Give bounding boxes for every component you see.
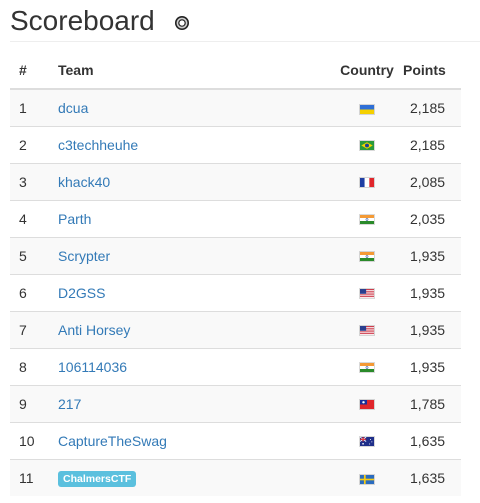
table-row: 1 dcua 2,185 <box>10 89 461 126</box>
country-cell <box>331 458 403 496</box>
country-cell <box>331 162 403 200</box>
country-cell <box>331 125 403 163</box>
country-cell <box>331 347 403 385</box>
country-cell <box>331 310 403 348</box>
country-cell <box>331 199 403 237</box>
points-cell: 2,185 <box>403 125 461 163</box>
table-row: 9 217 1,785 <box>10 384 461 422</box>
header-rank[interactable]: # <box>10 52 58 90</box>
rank-cell: 7 <box>10 310 58 348</box>
team-link[interactable]: Scrypter <box>58 248 110 264</box>
flag-ua-icon <box>359 103 375 115</box>
rank-cell: 1 <box>10 89 58 126</box>
table-row: 4 Parth 2,035 <box>10 199 461 237</box>
country-cell <box>331 89 403 126</box>
points-cell: 1,935 <box>403 347 461 385</box>
country-cell <box>331 236 403 274</box>
team-link[interactable]: c3techheuhe <box>58 137 138 153</box>
flag-fr-icon <box>359 177 375 189</box>
team-cell: dcua <box>58 89 331 126</box>
page-title: Scoreboard <box>10 5 155 36</box>
table-row: 3 khack40 2,085 <box>10 162 461 200</box>
team-link[interactable]: Anti Horsey <box>58 322 130 338</box>
flag-in-icon <box>359 362 375 374</box>
table-row: 6 D2GSS 1,935 <box>10 273 461 311</box>
team-cell: khack40 <box>58 162 331 200</box>
flag-in-icon <box>359 251 375 263</box>
team-badge-link[interactable]: ChalmersCTF <box>58 470 137 487</box>
rank-cell: 3 <box>10 162 58 200</box>
country-cell <box>331 421 403 459</box>
table-row: 11 ChalmersCTF 1,635 <box>10 458 461 496</box>
team-cell: ChalmersCTF <box>58 458 331 496</box>
team-cell: 217 <box>58 384 331 422</box>
rank-cell: 8 <box>10 347 58 385</box>
table-row: 2 c3techheuhe 2,185 <box>10 125 461 163</box>
team-cell: Parth <box>58 199 331 237</box>
flag-us-icon <box>359 325 375 337</box>
flag-in-icon <box>359 214 375 226</box>
points-cell: 2,035 <box>403 199 461 237</box>
points-cell: 1,935 <box>403 310 461 348</box>
rank-cell: 6 <box>10 273 58 311</box>
rank-cell: 11 <box>10 458 58 496</box>
points-cell: 2,185 <box>403 89 461 126</box>
rank-cell: 4 <box>10 199 58 237</box>
country-cell <box>331 384 403 422</box>
team-link[interactable]: CaptureTheSwag <box>58 433 167 449</box>
team-link[interactable]: dcua <box>58 100 88 116</box>
team-cell: CaptureTheSwag <box>58 421 331 459</box>
team-cell: Scrypter <box>58 236 331 274</box>
header-country[interactable]: Country <box>331 52 403 90</box>
rank-cell: 2 <box>10 125 58 163</box>
flag-tw-icon <box>359 399 375 411</box>
points-cell: 1,785 <box>403 384 461 422</box>
team-link[interactable]: Parth <box>58 211 91 227</box>
points-cell: 1,935 <box>403 236 461 274</box>
points-cell: 1,935 <box>403 273 461 311</box>
header-team[interactable]: Team <box>58 52 331 90</box>
rank-cell: 5 <box>10 236 58 274</box>
team-link[interactable]: D2GSS <box>58 285 105 301</box>
team-link[interactable]: 217 <box>58 396 81 412</box>
page-header: Scoreboard <box>10 0 480 42</box>
points-cell: 2,085 <box>403 162 461 200</box>
table-row: 10 CaptureTheSwag 1,635 <box>10 421 461 459</box>
table-row: 5 Scrypter 1,935 <box>10 236 461 274</box>
team-cell: Anti Horsey <box>58 310 331 348</box>
flag-au-icon <box>359 436 375 448</box>
team-cell: D2GSS <box>58 273 331 311</box>
table-row: 8 106114036 1,935 <box>10 347 461 385</box>
points-cell: 1,635 <box>403 421 461 459</box>
flag-br-icon <box>359 140 375 152</box>
flag-se-icon <box>359 473 375 485</box>
points-cell: 1,635 <box>403 458 461 496</box>
table-row: 7 Anti Horsey 1,935 <box>10 310 461 348</box>
rank-cell: 9 <box>10 384 58 422</box>
scoreboard-table: # Team Country Points 1 dcua 2,185 2 c3techh… <box>10 52 461 496</box>
team-cell: 106114036 <box>58 347 331 385</box>
header-points[interactable]: Points <box>403 52 461 90</box>
rank-cell: 10 <box>10 421 58 459</box>
team-link[interactable]: 106114036 <box>58 359 127 375</box>
team-cell: c3techheuhe <box>58 125 331 163</box>
team-link[interactable]: khack40 <box>58 174 110 190</box>
loading-spinner-icon <box>175 16 189 30</box>
table-header-row: # Team Country Points <box>10 52 461 90</box>
flag-us-icon <box>359 288 375 300</box>
country-cell <box>331 273 403 311</box>
